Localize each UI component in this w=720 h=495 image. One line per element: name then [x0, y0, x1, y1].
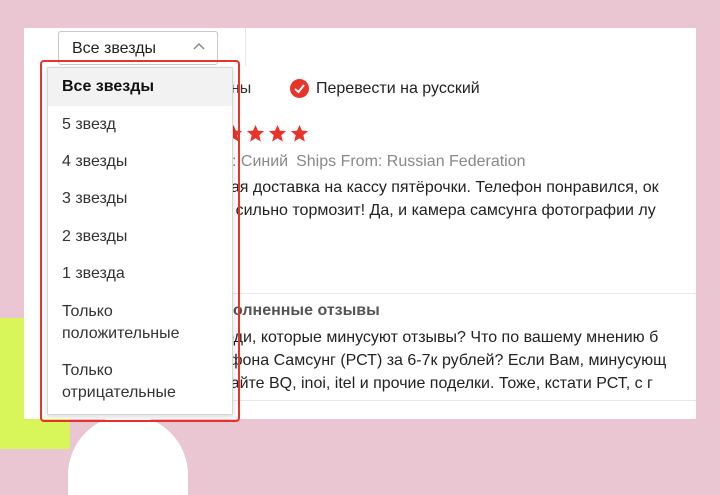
rating-filter-dropdown: Все звезды 5 звезд 4 звезды 3 звезды 2 з…: [47, 67, 233, 415]
review-text-line: б сильно тормозит! Да, и камера самсунга…: [222, 202, 656, 219]
toolbar-divider: [245, 28, 246, 66]
review-divider: [222, 400, 696, 401]
option-label: 4 звезды: [62, 153, 128, 170]
option-label: Все звезды: [62, 78, 155, 95]
option-label: 3 звезды: [62, 190, 128, 207]
rating-option-2[interactable]: 2 звезды: [48, 226, 232, 248]
review-text-line: юди, которые минусуют отзывы? Что по ваш…: [222, 329, 659, 346]
star-icon: [268, 124, 287, 142]
review-ships-from: Ships From: Russian Federation: [296, 153, 526, 170]
review-color: : Синий: [232, 153, 289, 170]
translate-checkbox[interactable]: [290, 79, 309, 98]
option-label: 2 звезды: [62, 228, 128, 245]
star-icon: [290, 124, 309, 142]
rating-option-negative[interactable]: Только отрицательные: [48, 360, 232, 404]
review-text-line: тфона Самсунг (РСТ) за 6-7к рублей? Если…: [222, 352, 667, 369]
translate-label[interactable]: Перевести на русский: [316, 80, 480, 98]
option-label: 1 звезда: [62, 265, 125, 282]
rating-option-3[interactable]: 3 звезды: [48, 188, 232, 210]
chevron-up-icon: [193, 42, 205, 50]
option-label-line: Только: [62, 303, 113, 320]
checkmark-icon: [294, 84, 305, 94]
option-label: 5 звезд: [62, 116, 116, 133]
rating-option-4[interactable]: 4 звезды: [48, 151, 232, 173]
section-title: олненные отзывы: [233, 302, 380, 319]
option-label-line: положительные: [62, 325, 180, 342]
review-meta: : Синий Ships From: Russian Federation: [232, 153, 526, 171]
option-label-line: Только: [62, 362, 113, 379]
rating-option-all[interactable]: Все звезды: [48, 68, 232, 106]
rating-option-1[interactable]: 1 звезда: [48, 263, 232, 285]
rating-option-5[interactable]: 5 звезд: [48, 114, 232, 136]
option-label-line: отрицательные: [62, 384, 176, 401]
rating-option-positive[interactable]: Только положительные: [48, 301, 232, 345]
review-text-line: рая доставка на кассу пятёрочки. Телефон…: [222, 179, 659, 196]
rating-filter-value: Все звезды: [72, 40, 157, 57]
star-icon: [246, 124, 265, 142]
review-divider: [222, 293, 696, 294]
decorative-white-shape: [68, 415, 188, 495]
review-text-line: пайте BQ, inoi, itel и прочие поделки. Т…: [222, 375, 653, 392]
